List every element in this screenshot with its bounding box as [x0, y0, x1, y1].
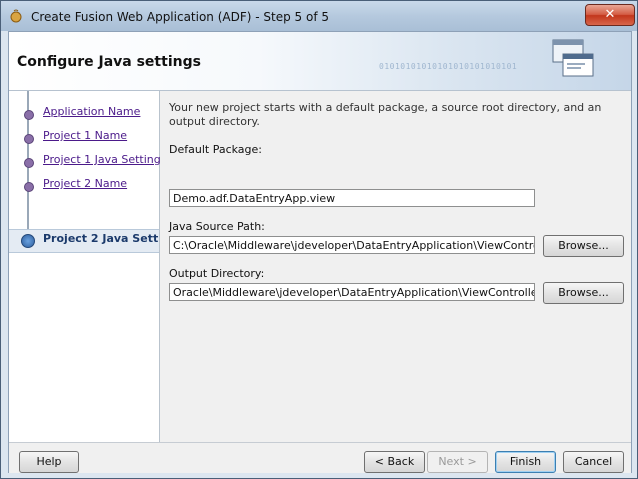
output-directory-field[interactable]: Oracle\Middleware\jdeveloper\DataEntryAp… — [169, 283, 535, 301]
finish-button[interactable]: Finish — [495, 451, 556, 473]
step-marker-icon — [24, 110, 34, 120]
step-project-1-java-settings[interactable]: Project 1 Java Settings — [9, 151, 166, 173]
output-directory-label: Output Directory: — [169, 267, 265, 280]
window-title: Create Fusion Web Application (ADF) - St… — [31, 10, 330, 24]
wizard-footer: Help < Back Next > Finish Cancel — [9, 442, 631, 473]
back-button[interactable]: < Back — [364, 451, 425, 473]
step-label[interactable]: Project 2 Name — [43, 177, 127, 190]
step-marker-icon — [24, 182, 34, 192]
page-title: Configure Java settings — [17, 54, 201, 70]
close-button[interactable]: ✕ — [585, 4, 635, 26]
header-binary-decoration: 01010101010101010101010101 — [379, 62, 518, 71]
settings-panel: Your new project starts with a default p… — [160, 91, 631, 442]
java-source-path-field[interactable]: C:\Oracle\Middleware\jdeveloper\DataEntr… — [169, 236, 535, 254]
cancel-button[interactable]: Cancel — [563, 451, 624, 473]
step-marker-icon — [24, 158, 34, 168]
step-marker-icon — [24, 134, 34, 144]
current-step-label: Project 2 Java Settings — [43, 232, 159, 245]
next-button[interactable]: Next > — [427, 451, 488, 473]
step-application-name[interactable]: Application Name — [9, 103, 159, 125]
wizard-header: Configure Java settings 0101010101010101… — [9, 32, 631, 91]
default-package-label: Default Package: — [169, 143, 262, 156]
browse-source-path-button[interactable]: Browse... — [543, 235, 624, 257]
java-source-path-label: Java Source Path: — [169, 220, 265, 233]
intro-text: Your new project starts with a default p… — [169, 101, 602, 128]
step-label[interactable]: Project 1 Name — [43, 129, 127, 142]
step-label[interactable]: Project 1 Java Settings — [43, 153, 166, 166]
jdeveloper-app-icon — [10, 9, 22, 23]
browse-output-directory-button[interactable]: Browse... — [543, 282, 624, 304]
wizard-window: Create Fusion Web Application (ADF) - St… — [0, 0, 638, 479]
step-label[interactable]: Application Name — [43, 105, 140, 118]
step-project-1-name[interactable]: Project 1 Name — [9, 127, 159, 149]
title-bar: Create Fusion Web Application (ADF) - St… — [1, 1, 637, 31]
step-project-2-name[interactable]: Project 2 Name — [9, 175, 159, 197]
current-step-marker-icon — [21, 234, 35, 248]
windows-graphic-icon — [552, 39, 594, 77]
step-project-2-java-settings[interactable]: Project 2 Java Settings — [9, 229, 159, 253]
help-button[interactable]: Help — [19, 451, 79, 473]
wizard-steps-panel: Application Name Project 1 Name Project … — [9, 91, 166, 471]
wizard-client: Configure Java settings 0101010101010101… — [8, 31, 632, 473]
default-package-field[interactable]: Demo.adf.DataEntryApp.view — [169, 189, 535, 207]
